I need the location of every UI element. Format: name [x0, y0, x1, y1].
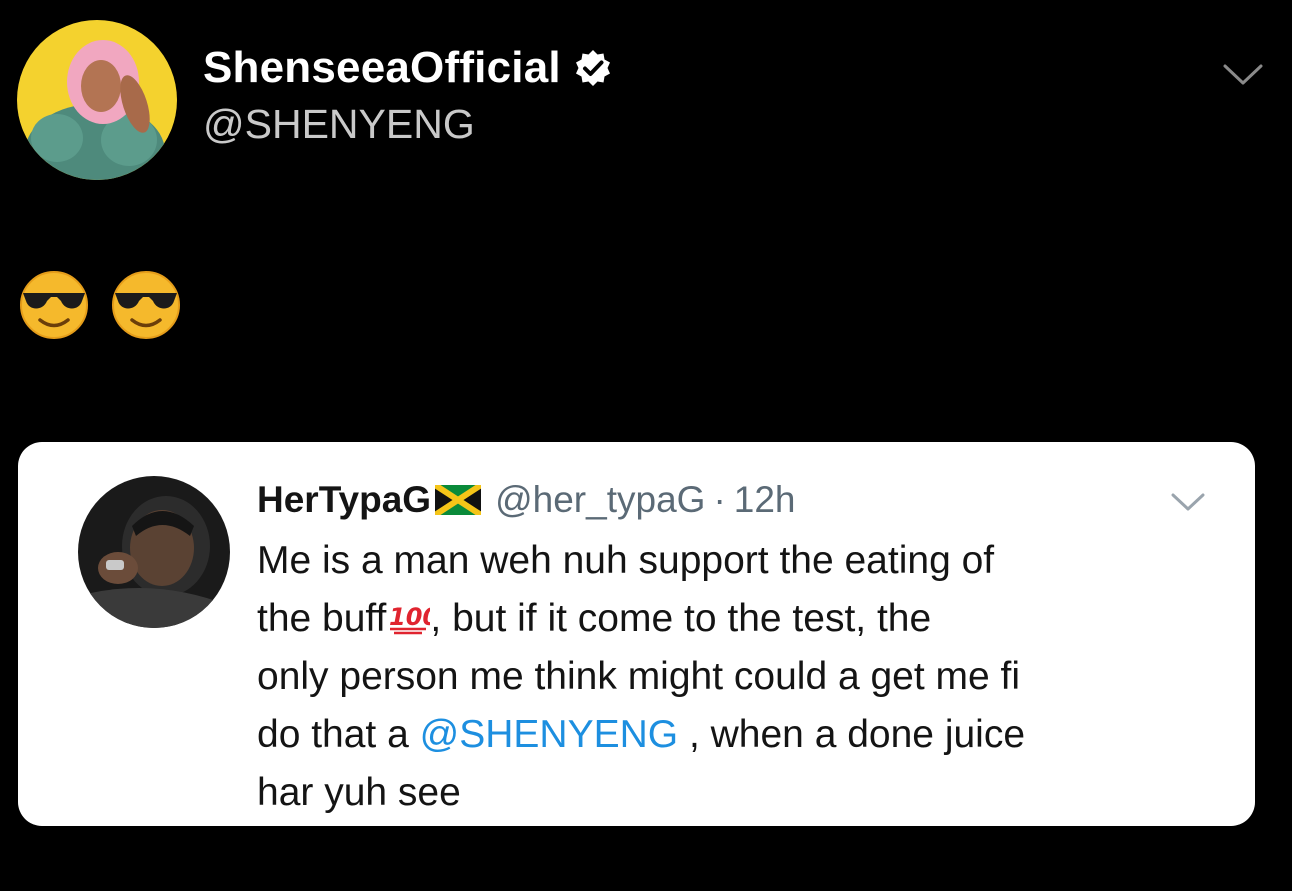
- mention-link[interactable]: @SHENYENG: [420, 713, 678, 756]
- hundred-points-icon: 100: [389, 603, 430, 635]
- quoted-display-name[interactable]: HerTypaG: [257, 479, 431, 521]
- quoted-text-line: the buff100, but if it come to the test,…: [257, 590, 1217, 648]
- quoted-header: HerTypaG @her_typaG · 12h: [257, 476, 796, 524]
- quoted-tweet-text: Me is a man weh nuh support the eating o…: [257, 532, 1217, 822]
- verified-badge-icon: [573, 48, 613, 88]
- tweet-body: [19, 265, 181, 341]
- quoted-handle[interactable]: @her_typaG: [495, 479, 705, 521]
- quoted-text-segment: , but if it come to the test, the: [430, 597, 932, 640]
- author-handle[interactable]: @SHENYENG: [203, 101, 475, 148]
- quoted-text-line: har yuh see: [257, 771, 461, 814]
- author-name-row: ShenseeaOfficial: [203, 40, 613, 96]
- quoted-text-line: only person me think might could a get m…: [257, 655, 1021, 698]
- author-avatar[interactable]: [17, 20, 177, 180]
- chevron-down-icon[interactable]: [1170, 490, 1206, 514]
- author-display-name[interactable]: ShenseeaOfficial: [203, 43, 561, 93]
- quoted-tweet-card[interactable]: HerTypaG @her_typaG · 12h Me is a man we…: [18, 442, 1255, 826]
- quoted-text-line: Me is a man weh nuh support the eating o…: [257, 539, 995, 582]
- quoted-text-segment: the buff: [257, 597, 387, 640]
- quoted-author-avatar[interactable]: [78, 476, 230, 628]
- header-separator: ·: [713, 479, 726, 520]
- quoted-timestamp[interactable]: 12h: [734, 479, 796, 521]
- quoted-text-segment: , when a done juice: [678, 713, 1026, 756]
- quoted-text-segment: do that a: [257, 713, 420, 756]
- svg-text:100: 100: [389, 603, 430, 631]
- sunglasses-emoji-icon: [112, 271, 180, 339]
- tweet-screen: ShenseeaOfficial @SHENYENG HerTypaG @her…: [0, 0, 1292, 891]
- sunglasses-emoji-icon: [20, 271, 88, 339]
- chevron-down-icon[interactable]: [1222, 60, 1264, 90]
- jamaica-flag-icon: [433, 482, 483, 518]
- quoted-text-line: do that a @SHENYENG , when a done juice: [257, 706, 1217, 764]
